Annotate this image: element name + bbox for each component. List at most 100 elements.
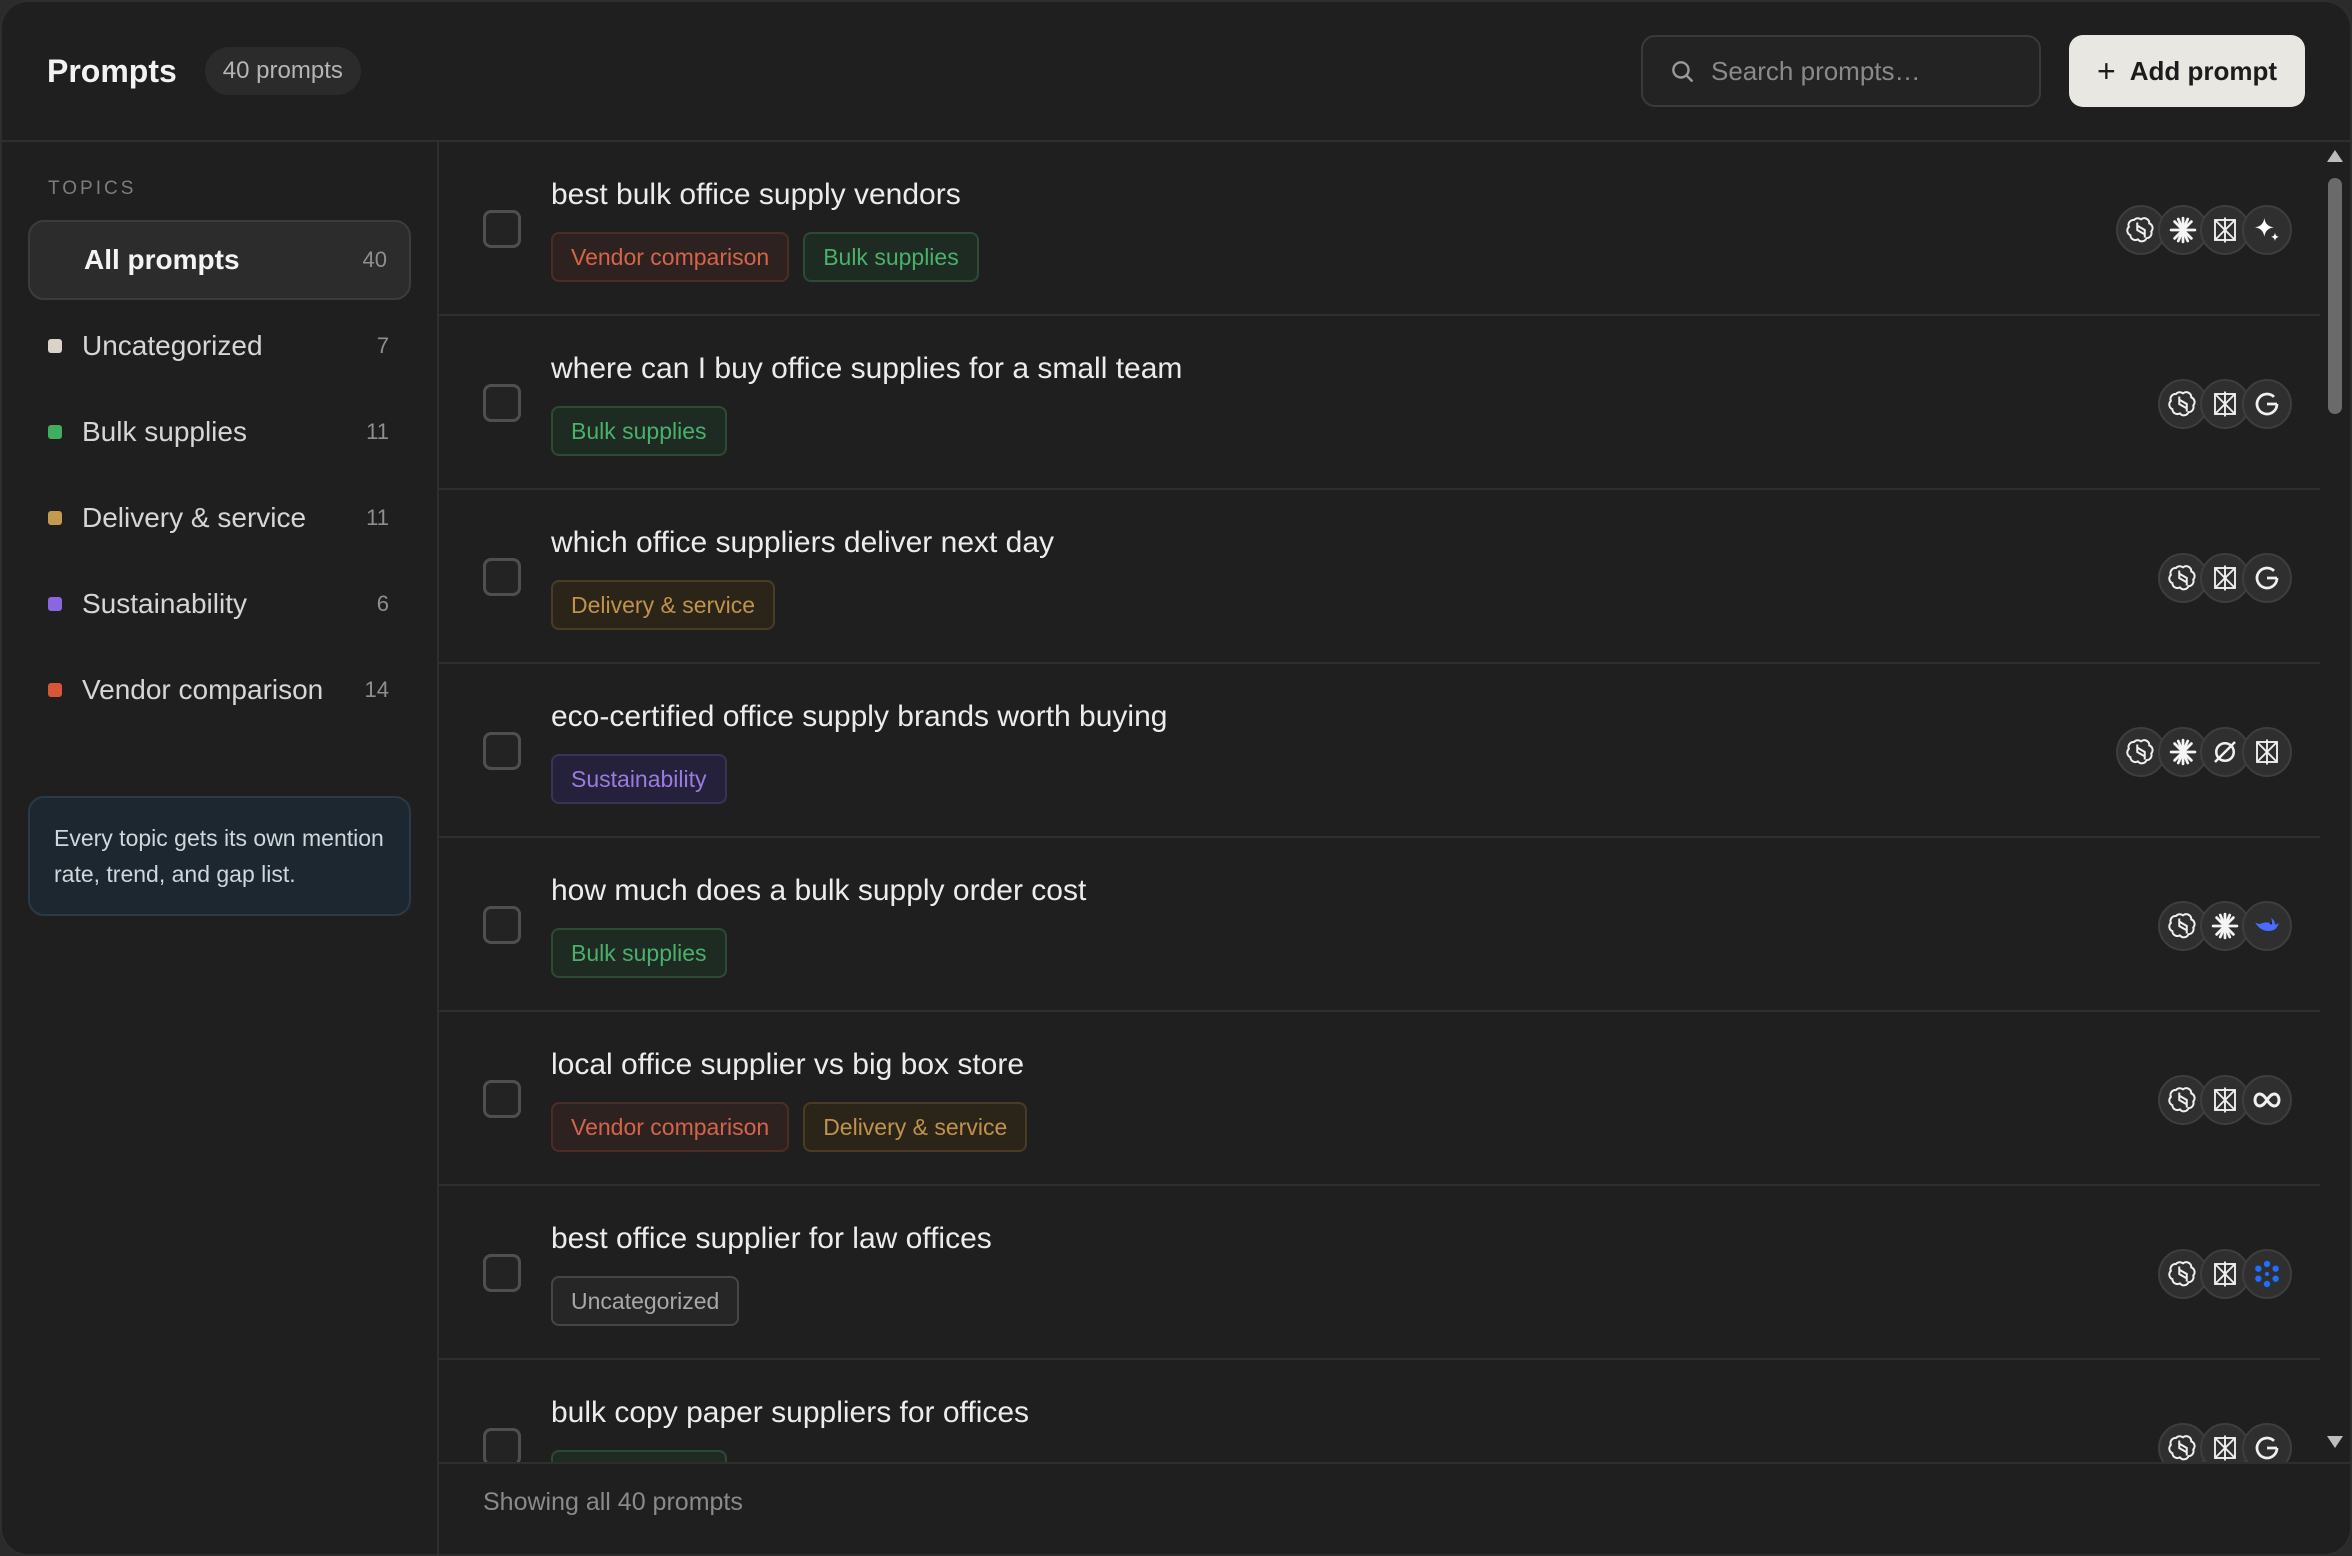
- topic-tag[interactable]: Bulk supplies: [803, 232, 979, 282]
- prompt-list: best bulk office supply vendors Vendor co…: [439, 142, 2320, 1462]
- topic-list: All prompts 40 Uncategorized 7 Bulk supplies…: [28, 220, 411, 730]
- topic-label: Bulk supplies: [82, 416, 247, 447]
- search-input[interactable]: [1711, 55, 2046, 87]
- sidebar-topic-vendor-comparison[interactable]: Vendor comparison 14: [28, 650, 411, 730]
- prompt-row[interactable]: where can I buy office supplies for a sm…: [439, 316, 2320, 490]
- topic-count: 14: [364, 677, 389, 702]
- topic-tag[interactable]: Uncategorized: [551, 1276, 740, 1326]
- topic-count: 40: [362, 247, 387, 272]
- sidebar-topic-bulk-supplies[interactable]: Bulk supplies 11: [28, 392, 411, 472]
- topic-tag[interactable]: Delivery & service: [551, 580, 776, 630]
- topic-color-dot: [48, 597, 62, 611]
- engine-icons: [2116, 205, 2292, 255]
- prompt-tags: Bulk supplies: [551, 928, 727, 978]
- perplexity-icon: [2242, 727, 2292, 777]
- app-window: Prompts 40 prompts + Add prompt TOPICS A…: [0, 0, 2352, 1556]
- topic-color-dot: [48, 683, 62, 697]
- sidebar-topic-uncategorized[interactable]: Uncategorized 7: [28, 306, 411, 386]
- add-prompt-label: Add prompt: [2129, 55, 2277, 86]
- topic-color-dot: [48, 511, 62, 525]
- gemini-icon: [2242, 205, 2292, 255]
- deepseek-icon: [2242, 901, 2292, 951]
- row-checkbox[interactable]: [483, 1254, 521, 1292]
- prompt-tags: Sustainability: [551, 754, 727, 804]
- search-box[interactable]: [1641, 35, 2046, 107]
- prompt-row[interactable]: best office supplier for law offices Unca…: [439, 1186, 2320, 1360]
- engine-icons: [2158, 379, 2292, 429]
- prompt-row[interactable]: how much does a bulk supply order cost Bu…: [439, 838, 2320, 1012]
- prompt-count-badge: 40 prompts: [204, 47, 361, 95]
- prompt-tags: Bulk supplies: [551, 406, 727, 456]
- row-checkbox[interactable]: [483, 732, 521, 770]
- engine-icons: [2158, 1423, 2292, 1462]
- sidebar: TOPICS All prompts 40 Uncategorized 7 Bulk s…: [2, 142, 439, 1554]
- add-prompt-button[interactable]: + Add prompt: [2069, 35, 2305, 107]
- topic-color-dot: [48, 425, 62, 439]
- plus-icon: +: [2097, 53, 2116, 89]
- topic-count: 11: [366, 505, 389, 530]
- prompt-tags: Vendor comparison Bulk supplies: [551, 232, 979, 282]
- topic-tag[interactable]: Vendor comparison: [551, 1102, 790, 1152]
- copilot-icon: [2242, 1249, 2292, 1299]
- sidebar-topic-all-prompts[interactable]: All prompts 40: [28, 220, 411, 300]
- engine-icons: [2158, 1249, 2292, 1299]
- topic-label: Uncategorized: [82, 330, 263, 361]
- topic-count: 6: [376, 591, 389, 616]
- prompt-tags: Vendor comparison Delivery & service: [551, 1102, 1028, 1152]
- topic-tag[interactable]: Bulk supplies: [551, 928, 727, 978]
- meta-ai-icon: [2242, 1075, 2292, 1125]
- sidebar-topic-delivery-service[interactable]: Delivery & service 11: [28, 478, 411, 558]
- engine-icons: [2116, 727, 2292, 777]
- scrollbar-thumb[interactable]: [2328, 178, 2342, 414]
- row-checkbox[interactable]: [483, 384, 521, 422]
- scroll-up-arrow-icon[interactable]: [2327, 150, 2343, 162]
- prompt-title: where can I buy office supplies for a sm…: [551, 352, 1183, 385]
- topic-count: 11: [366, 419, 389, 444]
- header: Prompts 40 prompts + Add prompt: [2, 2, 2350, 142]
- prompt-title: best bulk office supply vendors: [551, 178, 961, 211]
- topic-color-dot: [48, 339, 62, 353]
- row-checkbox[interactable]: [483, 906, 521, 944]
- topic-tag[interactable]: Sustainability: [551, 754, 727, 804]
- topics-section-label: TOPICS: [48, 178, 137, 199]
- google-icon: [2242, 379, 2292, 429]
- prompt-row[interactable]: best bulk office supply vendors Vendor co…: [439, 142, 2320, 316]
- engine-icons: [2158, 1075, 2292, 1125]
- topic-label: Vendor comparison: [82, 674, 324, 705]
- topic-info-note: Every topic gets its own mention rate, t…: [28, 796, 411, 916]
- prompt-title: bulk copy paper suppliers for offices: [551, 1396, 1030, 1429]
- topic-label: Delivery & service: [82, 502, 307, 533]
- row-checkbox[interactable]: [483, 1080, 521, 1118]
- search-icon: [1672, 61, 1693, 82]
- prompt-tags: Bulk supplies: [551, 1450, 727, 1462]
- prompt-row[interactable]: local office supplier vs big box store Ve…: [439, 1012, 2320, 1186]
- google-icon: [2242, 1423, 2292, 1462]
- prompt-title: eco-certified office supply brands worth…: [551, 700, 1168, 733]
- prompt-row[interactable]: which office suppliers deliver next day D…: [439, 490, 2320, 664]
- scroll-down-arrow-icon[interactable]: [2327, 1436, 2343, 1448]
- engine-icons: [2158, 553, 2292, 603]
- topic-tag[interactable]: Bulk supplies: [551, 1450, 727, 1462]
- prompt-title: best office supplier for law offices: [551, 1222, 992, 1255]
- scrollbar[interactable]: [2324, 142, 2346, 1462]
- topic-tag[interactable]: Delivery & service: [803, 1102, 1028, 1152]
- topic-tag[interactable]: Vendor comparison: [551, 232, 790, 282]
- prompt-title: which office suppliers deliver next day: [551, 526, 1055, 559]
- page-title: Prompts: [47, 52, 177, 89]
- topic-label: Sustainability: [82, 588, 247, 619]
- prompt-row[interactable]: eco-certified office supply brands worth…: [439, 664, 2320, 838]
- list-footer: Showing all 40 prompts: [439, 1462, 2350, 1554]
- topic-tag[interactable]: Bulk supplies: [551, 406, 727, 456]
- prompt-list-panel: best bulk office supply vendors Vendor co…: [439, 142, 2350, 1554]
- prompt-title: how much does a bulk supply order cost: [551, 874, 1087, 907]
- prompt-tags: Delivery & service: [551, 580, 776, 630]
- prompt-row[interactable]: bulk copy paper suppliers for offices Bul…: [439, 1360, 2320, 1462]
- topic-label: All prompts: [84, 244, 240, 275]
- sidebar-topic-sustainability[interactable]: Sustainability 6: [28, 564, 411, 644]
- google-icon: [2242, 553, 2292, 603]
- row-checkbox[interactable]: [483, 1428, 521, 1462]
- topic-count: 7: [376, 333, 389, 358]
- footer-status: Showing all 40 prompts: [483, 1488, 743, 1516]
- row-checkbox[interactable]: [483, 558, 521, 596]
- row-checkbox[interactable]: [483, 210, 521, 248]
